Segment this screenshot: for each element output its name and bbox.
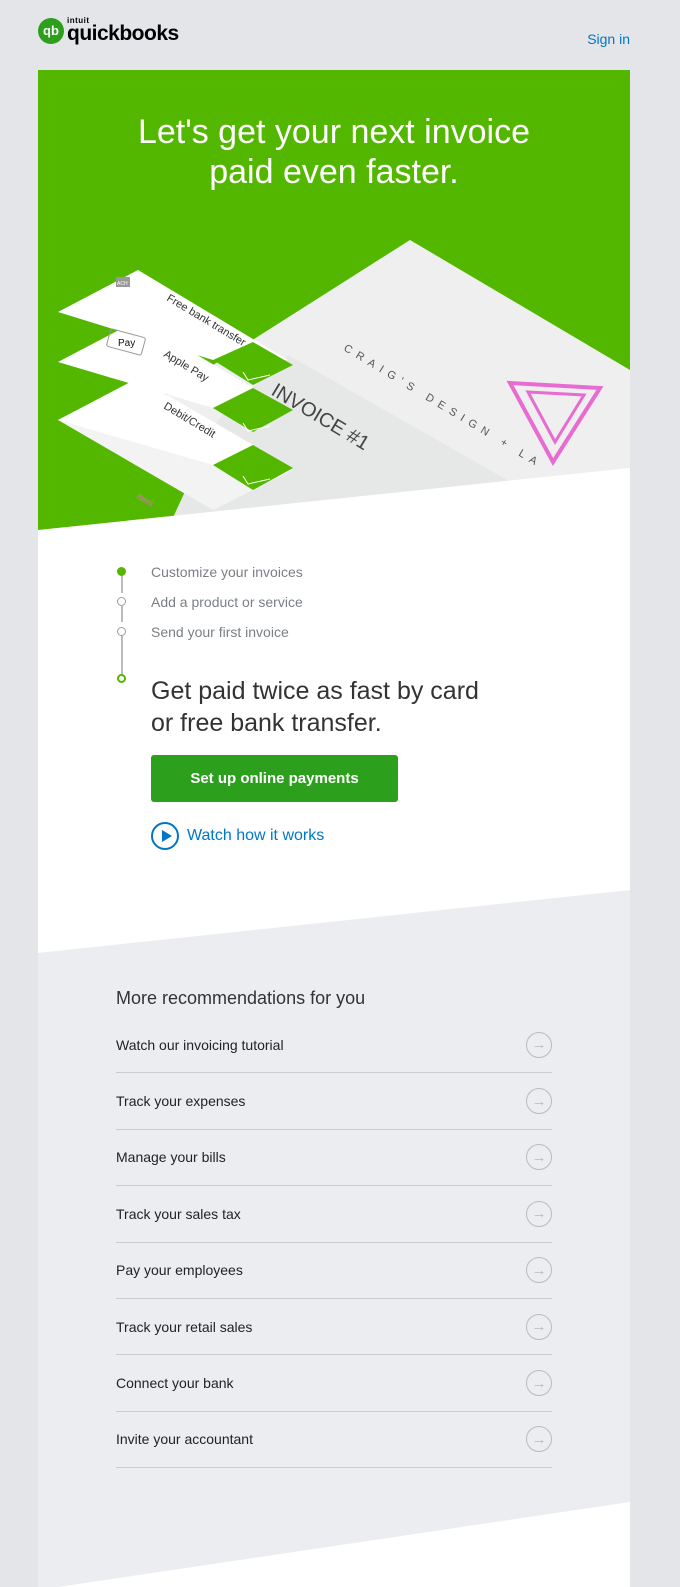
recommendations: More recommendations for you Watch our i… [116, 988, 552, 1469]
step-pending-icon [117, 627, 126, 636]
recommendation-item[interactable]: Watch our invoicing tutorial → [116, 1017, 552, 1074]
arrow-right-icon: → [526, 1031, 552, 1058]
recommendation-label: Track your retail sales [116, 1318, 253, 1335]
recommendation-label: Watch our invoicing tutorial [116, 1036, 284, 1053]
svg-text:Item: Item [135, 491, 155, 509]
recommendation-item[interactable]: Track your retail sales → [116, 1299, 552, 1356]
step-send-invoice: Send your first invoice [116, 622, 303, 652]
arrow-right-icon: → [526, 1200, 552, 1227]
step-complete-icon [117, 567, 126, 576]
recommendation-label: Manage your bills [116, 1149, 226, 1166]
recommendation-label: Connect your bank [116, 1375, 234, 1392]
header: qb intuit quickbooks Sign in [0, 0, 680, 70]
logo-quickbooks: quickbooks [67, 22, 179, 45]
main-headline: Get paid twice as fast by card or free ba… [151, 677, 479, 737]
step-add-product: Add a product or service [116, 592, 303, 622]
recommendation-label: Track your sales tax [116, 1205, 241, 1222]
watch-how-it-works-link[interactable]: Watch how it works [151, 822, 324, 850]
arrow-right-icon: → [526, 1088, 552, 1115]
recommendation-item[interactable]: Connect your bank → [116, 1355, 552, 1412]
qb-logo-icon: qb [38, 17, 64, 44]
svg-text:Pay: Pay [118, 338, 135, 349]
hero-title: Let's get your next invoice paid even fas… [137, 113, 531, 191]
step-current-icon [117, 674, 126, 683]
sign-in-link[interactable]: Sign in [587, 31, 630, 47]
arrow-right-icon: → [526, 1144, 552, 1171]
recommendation-item[interactable]: Track your expenses → [116, 1073, 552, 1130]
setup-online-payments-button[interactable]: Set up online payments [151, 755, 398, 802]
svg-text:ACH: ACH [117, 281, 128, 287]
progress-steps: Customize your invoices Add a product or… [116, 562, 303, 683]
recommendation-item[interactable]: Pay your employees → [116, 1243, 552, 1299]
recommendations-title: More recommendations for you [116, 988, 366, 1008]
arrow-right-icon: → [526, 1426, 552, 1453]
play-icon [151, 822, 179, 850]
quickbooks-logo[interactable]: qb intuit quickbooks [38, 17, 179, 44]
payment-illustration: CRAIG'S DESIGN + LA INVOICE #1 Item ACH … [38, 240, 630, 550]
hero: Let's get your next invoice paid even fas… [38, 70, 630, 550]
recommendation-label: Track your expenses [116, 1093, 246, 1110]
step-pending-icon [117, 597, 126, 606]
arrow-right-icon: → [526, 1313, 552, 1340]
recommendation-label: Pay your employees [116, 1262, 243, 1279]
arrow-right-icon: → [526, 1257, 552, 1284]
arrow-right-icon: → [526, 1370, 552, 1397]
recommendation-item[interactable]: Invite your accountant → [116, 1412, 552, 1469]
step-customize: Customize your invoices [116, 562, 303, 592]
recommendation-label: Invite your accountant [116, 1431, 253, 1448]
recommendation-item[interactable]: Track your sales tax → [116, 1186, 552, 1243]
email-card: Let's get your next invoice paid even fas… [38, 70, 630, 1587]
recommendation-item[interactable]: Manage your bills → [116, 1130, 552, 1187]
